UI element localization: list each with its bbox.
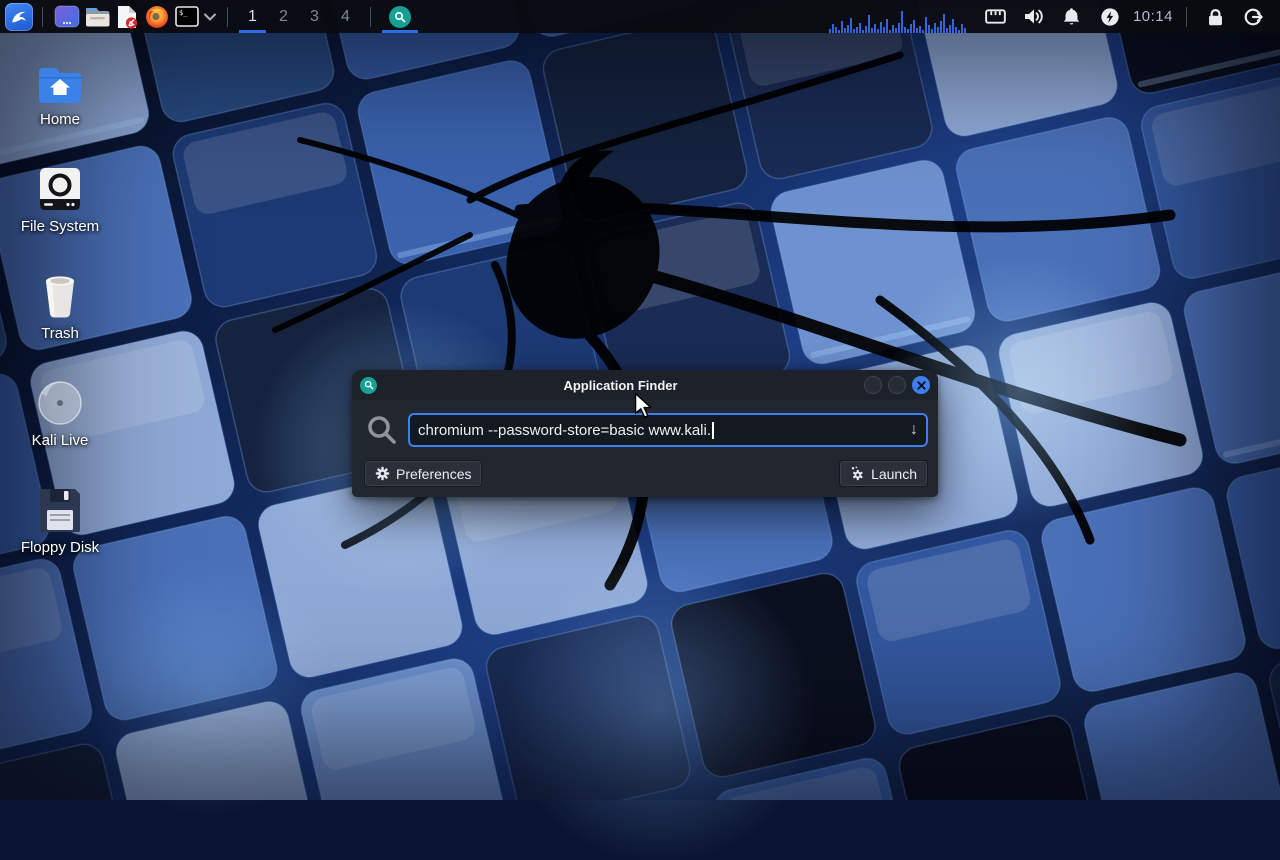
- workspace-2-label: 2: [279, 8, 288, 26]
- close-icon: [917, 381, 926, 390]
- workspace-4-label: 4: [341, 8, 350, 26]
- desktop-icon-label: Home: [5, 111, 115, 128]
- file-manager-icon: [85, 6, 110, 28]
- application-finder-icon: [360, 377, 377, 394]
- launch-button[interactable]: Launch: [839, 460, 928, 487]
- file-manager-launcher[interactable]: [82, 0, 112, 33]
- chevron-down-icon: [204, 13, 216, 21]
- panel-separator: [42, 7, 43, 27]
- minimize-button[interactable]: [864, 376, 882, 394]
- text-editor-launcher[interactable]: [112, 0, 142, 33]
- application-finder-window: Application Finder chromium --password-s…: [352, 370, 938, 497]
- preferences-label: Preferences: [396, 466, 471, 482]
- panel-separator: [370, 7, 371, 27]
- top-panel: $_ 1 2 3 4: [0, 0, 1280, 33]
- window-title: Application Finder: [377, 378, 864, 393]
- workspace-3[interactable]: 3: [299, 0, 330, 33]
- desktop-icon-home[interactable]: Home: [5, 55, 115, 128]
- application-finder-icon: [389, 6, 411, 28]
- svg-text:$_: $_: [179, 9, 188, 17]
- command-input-value: chromium --password-store=basic www.kali…: [418, 422, 711, 439]
- text-caret: [712, 422, 714, 439]
- close-button[interactable]: [912, 376, 930, 394]
- workspace-1-label: 1: [248, 8, 257, 26]
- desktop-icon-file-system[interactable]: File System: [5, 162, 115, 235]
- speaker-icon: [1023, 7, 1044, 26]
- desktop-icon-floppy-disk[interactable]: Floppy Disk: [5, 483, 115, 556]
- firefox-icon: [145, 5, 169, 29]
- text-editor-icon: [116, 5, 139, 29]
- mouse-cursor: [633, 393, 655, 424]
- maximize-button[interactable]: [888, 376, 906, 394]
- desktop-icon-label: Kali Live: [5, 432, 115, 449]
- workspace-3-label: 3: [310, 8, 319, 26]
- lock-screen-button[interactable]: [1204, 6, 1226, 28]
- trash-can-icon: [5, 269, 115, 319]
- desktop-icon-label: Floppy Disk: [5, 539, 115, 556]
- terminal-icon: $_: [175, 6, 199, 27]
- dropdown-arrow-icon[interactable]: ↓: [910, 421, 918, 439]
- logout-icon: [1243, 7, 1263, 27]
- preferences-button[interactable]: Preferences: [364, 460, 482, 487]
- gear-icon: [375, 466, 390, 481]
- network-tray-button[interactable]: [985, 6, 1007, 28]
- command-input[interactable]: chromium --password-store=basic www.kali…: [408, 413, 928, 447]
- launch-label: Launch: [871, 466, 917, 482]
- workspace-4[interactable]: 4: [330, 0, 361, 33]
- kali-menu-icon: [8, 6, 30, 28]
- logout-button[interactable]: [1242, 6, 1264, 28]
- taskbar-application-finder[interactable]: [380, 0, 420, 33]
- desktop-icon-trash[interactable]: Trash: [5, 269, 115, 342]
- hard-drive-icon: [5, 162, 115, 212]
- floppy-disk-icon: [5, 483, 115, 533]
- home-folder-icon: [5, 55, 115, 105]
- workspace-2[interactable]: 2: [268, 0, 299, 33]
- notifications-tray-button[interactable]: [1061, 6, 1083, 28]
- bell-icon: [1062, 7, 1081, 27]
- power-bolt-icon: [1100, 7, 1120, 27]
- firefox-launcher[interactable]: [142, 0, 172, 33]
- optical-disc-icon: [5, 376, 115, 426]
- desktop-icon-kali-live[interactable]: Kali Live: [5, 376, 115, 449]
- terminal-launcher[interactable]: $_: [172, 0, 202, 33]
- launch-icon: [850, 466, 865, 481]
- volume-tray-button[interactable]: [1023, 6, 1045, 28]
- dashboard-launcher[interactable]: [52, 0, 82, 33]
- applications-menu-button[interactable]: [5, 3, 33, 31]
- search-icon: [364, 414, 400, 446]
- power-manager-tray-button[interactable]: [1099, 6, 1121, 28]
- launcher-dropdown-arrow[interactable]: [202, 0, 218, 33]
- panel-separator: [1186, 7, 1187, 27]
- desktop-icon-label: File System: [5, 218, 115, 235]
- lock-icon: [1206, 7, 1225, 27]
- clock[interactable]: 10:14: [1133, 8, 1173, 25]
- ethernet-icon: [985, 8, 1006, 26]
- panel-separator: [227, 7, 228, 27]
- dashboard-icon: [54, 5, 80, 28]
- workspace-1[interactable]: 1: [237, 0, 268, 33]
- workspace-switcher: 1 2 3 4: [237, 0, 361, 33]
- network-monitor-graph[interactable]: [829, 0, 967, 34]
- desktop-icon-label: Trash: [5, 325, 115, 342]
